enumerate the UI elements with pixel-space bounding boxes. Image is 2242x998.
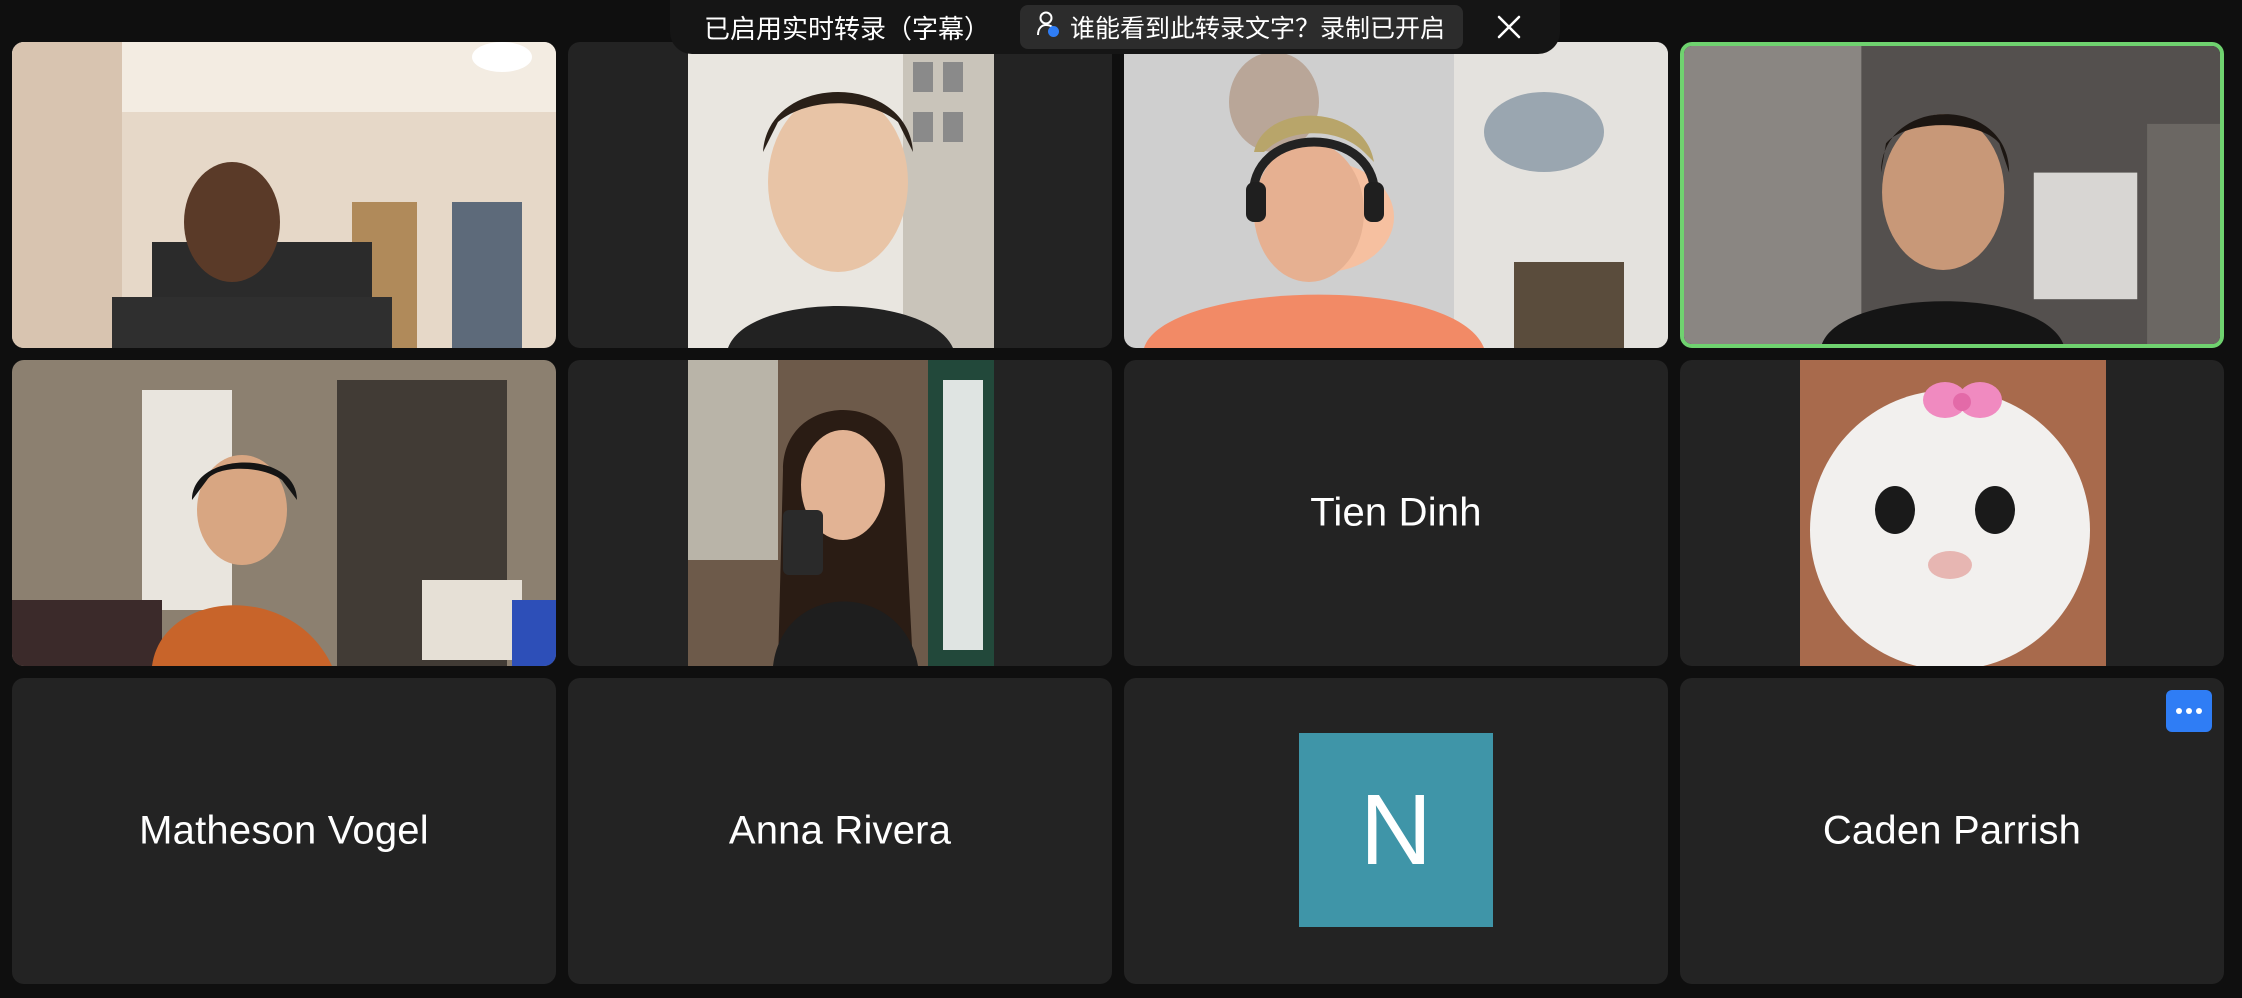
participant-video (1124, 42, 1668, 348)
participant-name: Matheson Vogel (139, 808, 429, 853)
more-options-icon (2176, 708, 2202, 714)
video-gallery: 已启用实时转录（字幕） 谁能看到此转录文字？录制已开启 Tien Dinh Ma… (0, 0, 2242, 998)
participant-video (12, 360, 556, 666)
participant-name: Caden Parrish (1822, 808, 2082, 853)
participant-tile-4-active-speaker[interactable] (1680, 42, 2224, 348)
avatar: N (1299, 733, 1493, 927)
participant-name: Anna Rivera (728, 808, 952, 853)
participant-tile-2[interactable] (568, 42, 1112, 348)
participant-tile-9[interactable]: Matheson Vogel (12, 678, 556, 984)
close-icon[interactable] (1491, 9, 1527, 45)
transcription-banner: 已启用实时转录（字幕） 谁能看到此转录文字？录制已开启 (670, 0, 1560, 54)
person-with-dot-icon (1036, 10, 1060, 45)
participant-tile-5[interactable] (12, 360, 556, 666)
participant-profile-image (1800, 360, 2106, 666)
participant-tile-8[interactable] (1680, 360, 2224, 666)
participant-name: Tien Dinh (1310, 490, 1482, 535)
transcription-status-text: 已启用实时转录（字幕） (704, 13, 991, 44)
who-can-see-transcript-label: 谁能看到此转录文字？录制已开启 (1070, 15, 1446, 43)
who-can-see-transcript-button[interactable]: 谁能看到此转录文字？录制已开启 (1020, 5, 1464, 49)
participant-tile-12[interactable]: Caden Parrish (1680, 678, 2224, 984)
participant-tile-3[interactable] (1124, 42, 1668, 348)
participant-tile-11[interactable]: N (1124, 678, 1668, 984)
participant-video (12, 42, 556, 348)
participant-video (688, 42, 994, 348)
participant-tile-7[interactable]: Tien Dinh (1124, 360, 1668, 666)
avatar-initial: N (1359, 774, 1433, 886)
participant-tile-10[interactable]: Anna Rivera (568, 678, 1112, 984)
participant-video (688, 360, 994, 666)
participant-tile-6[interactable] (568, 360, 1112, 666)
participant-tile-1[interactable] (12, 42, 556, 348)
participant-video (1684, 46, 2220, 344)
more-options-button[interactable] (2166, 690, 2212, 732)
